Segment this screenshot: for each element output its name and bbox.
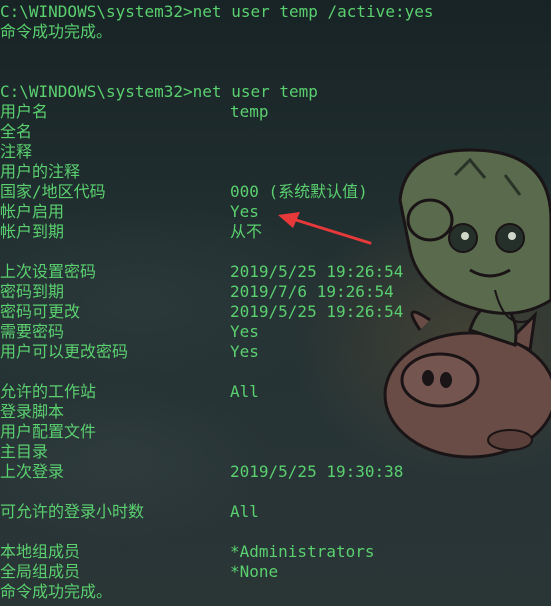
annotation-arrow-icon [278,212,372,245]
console-window[interactable]: C:\WINDOWS\system32>net user temp /activ… [0,0,551,606]
